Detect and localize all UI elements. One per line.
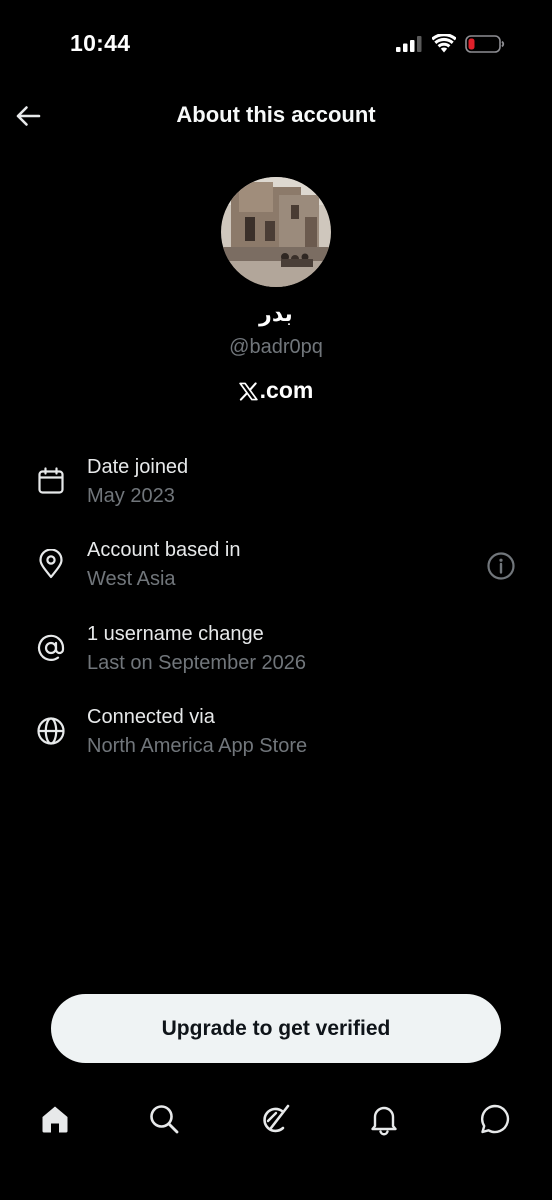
row-value: West Asia <box>87 568 176 590</box>
detail-account-location: Account based in West Asia <box>0 535 552 605</box>
row-title: Account based in <box>87 539 241 561</box>
row-value: North America App Store <box>87 735 308 757</box>
grok-icon[interactable] <box>258 1102 292 1136</box>
site-link[interactable]: .com <box>0 377 552 404</box>
info-circle-icon[interactable] <box>486 551 516 581</box>
display-name: بدر <box>259 302 293 327</box>
username-handle: @badr0pq <box>229 336 323 358</box>
row-value: May 2023 <box>87 485 175 507</box>
messages-icon[interactable] <box>478 1102 512 1136</box>
calendar-icon <box>38 467 64 494</box>
row-title: Connected via <box>87 706 215 728</box>
home-icon[interactable] <box>38 1102 72 1136</box>
detail-date-joined: Date joined May 2023 <box>0 452 552 522</box>
row-title: Date joined <box>87 456 189 478</box>
avatar-photo <box>221 177 331 287</box>
upgrade-verified-button[interactable]: Upgrade to get verified <box>51 994 501 1063</box>
detail-connected-via: Connected via North America App Store <box>0 702 552 772</box>
row-title: 1 username change <box>87 623 264 645</box>
status-time: 10:44 <box>70 30 131 56</box>
wifi-icon <box>432 34 456 53</box>
at-sign-icon <box>37 634 65 661</box>
site-domain: .com <box>259 377 314 403</box>
location-pin-icon <box>39 549 63 579</box>
search-icon[interactable] <box>147 1102 181 1136</box>
x-logo-icon <box>238 381 258 401</box>
page-title: About this account <box>176 102 376 127</box>
cellular-signal-icon <box>396 36 422 52</box>
battery-low-icon <box>465 35 505 53</box>
avatar[interactable] <box>221 177 331 287</box>
globe-icon <box>37 717 65 745</box>
detail-username-changes: 1 username change Last on September 2026 <box>0 619 552 689</box>
notifications-bell-icon[interactable] <box>367 1102 401 1136</box>
row-value: Last on September 2026 <box>87 652 307 674</box>
